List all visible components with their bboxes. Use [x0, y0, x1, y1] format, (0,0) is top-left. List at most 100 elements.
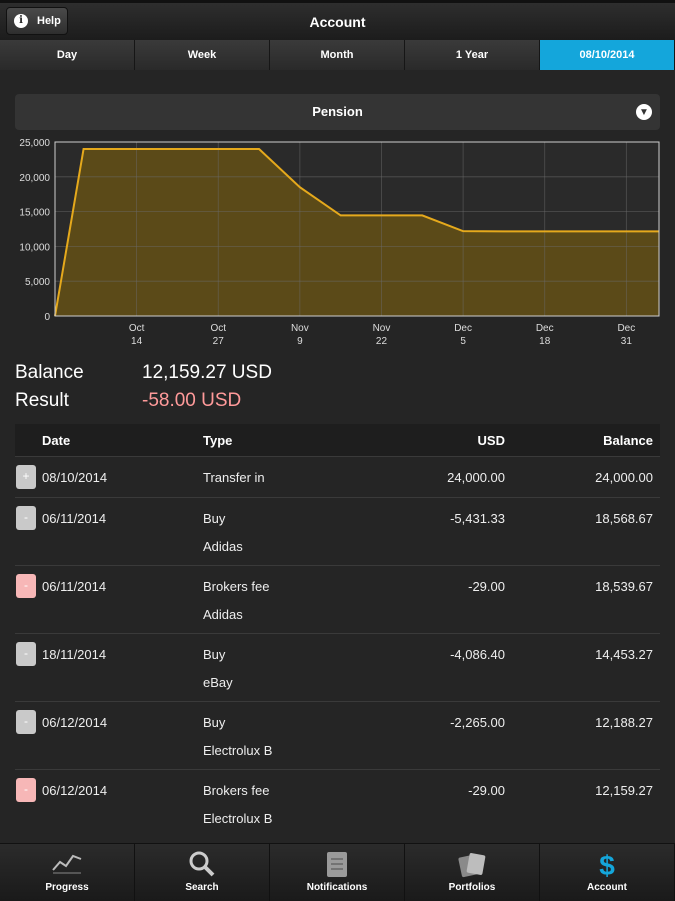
row-date: 06/11/2014 [42, 579, 107, 594]
row-usd: 24,000.00 [447, 470, 505, 485]
table-row[interactable]: +08/10/2014 Transfer in 24,000.00 24,000.00 [15, 456, 660, 497]
dollar-icon: $ [599, 850, 615, 880]
row-type: Buy [203, 647, 226, 662]
row-type: Buy [203, 511, 226, 526]
chart-xtick-sublabel: 27 [213, 336, 225, 347]
row-usd: -5,431.33 [450, 511, 505, 526]
tab-date[interactable]: 08/10/2014 [540, 40, 675, 70]
row-balance: 18,539.67 [595, 579, 653, 594]
chart-xtick-label: Oct [210, 323, 226, 334]
row-security: Electrolux B [203, 743, 273, 758]
header-type: Type [203, 433, 233, 448]
bottom-nav: Progress Search Notifications Portfolios… [0, 843, 675, 901]
row-date: 06/12/2014 [42, 783, 108, 798]
row-usd: -29.00 [468, 579, 505, 594]
progress-chart-icon [52, 854, 82, 874]
tab-week[interactable]: Week [135, 40, 270, 70]
chart-xtick-sublabel: 9 [297, 336, 303, 347]
row-balance: 12,188.27 [595, 715, 653, 730]
nav-portfolios-label: Portfolios [448, 882, 496, 893]
nav-account[interactable]: $ Account [540, 844, 675, 901]
row-toggle-icon[interactable]: - [16, 574, 36, 598]
nav-notifications[interactable]: Notifications [270, 844, 405, 901]
row-toggle-icon[interactable]: - [16, 710, 36, 734]
row-balance: 24,000.00 [595, 470, 653, 485]
chevron-down-icon: ▼ [636, 104, 652, 120]
chart-xtick-sublabel: 14 [131, 336, 143, 347]
nav-progress[interactable]: Progress [0, 844, 135, 901]
header-usd: USD [477, 433, 505, 448]
chart-xtick-sublabel: 5 [460, 336, 466, 347]
chart-xtick-sublabel: 18 [539, 336, 551, 347]
row-security: eBay [203, 675, 233, 690]
row-toggle-icon[interactable]: - [16, 642, 36, 666]
tab-1-year[interactable]: 1 Year [405, 40, 540, 70]
nav-progress-label: Progress [45, 882, 89, 893]
account-selector-label: Pension [312, 104, 363, 119]
transactions-table: Date Type USD Balance +08/10/2014 Transfe… [15, 424, 660, 837]
balance-value: 12,159.27 USD [142, 362, 272, 383]
top-bar: i Help Account [0, 0, 675, 40]
table-row[interactable]: -06/12/2014 Brokers fee Electrolux B -29.00… [15, 769, 660, 837]
chart-xtick-label: Dec [536, 323, 554, 334]
result-label: Result [15, 390, 69, 411]
row-toggle-icon[interactable]: - [16, 778, 36, 802]
row-balance: 14,453.27 [595, 647, 653, 662]
chart-ytick-label: 10,000 [19, 242, 50, 253]
table-row[interactable]: -06/12/2014 Buy Electrolux B -2,265.00 12,18… [15, 701, 660, 769]
nav-notifications-label: Notifications [306, 882, 368, 893]
page-title: Account [309, 14, 366, 30]
chart-xtick-sublabel: 31 [621, 336, 633, 347]
row-security: Adidas [203, 607, 243, 622]
chart-xtick-sublabel: 22 [376, 336, 388, 347]
period-tabs: Day Week Month 1 Year 08/10/2014 [0, 40, 675, 70]
chart-ytick-label: 0 [44, 312, 50, 323]
notepad-icon [327, 852, 347, 877]
balance-label: Balance [15, 362, 84, 383]
row-date: 06/12/2014 [42, 715, 108, 730]
chart-xtick-label: Nov [291, 323, 309, 334]
row-balance: 18,568.67 [595, 511, 653, 526]
nav-account-label: Account [587, 882, 627, 893]
chart-ytick-label: 25,000 [19, 138, 50, 149]
row-usd: -2,265.00 [450, 715, 505, 730]
row-toggle-icon[interactable]: + [16, 465, 36, 489]
nav-portfolios[interactable]: Portfolios [405, 844, 540, 901]
chart-xtick-label: Nov [373, 323, 391, 334]
row-date: 18/11/2014 [42, 647, 107, 662]
row-type: Brokers fee [203, 783, 270, 798]
account-selector[interactable]: Pension ▼ [15, 94, 660, 130]
row-security: Electrolux B [203, 811, 273, 826]
svg-text:$: $ [599, 850, 615, 880]
table-row[interactable]: -06/11/2014 Buy Adidas -5,431.33 18,568.67 [15, 497, 660, 565]
row-usd: -4,086.40 [450, 647, 505, 662]
table-row[interactable]: -18/11/2014 Buy eBay -4,086.40 14,453.27 [15, 633, 660, 701]
result-value: -58.00 USD [142, 390, 242, 411]
cards-icon [458, 853, 486, 878]
row-toggle-icon[interactable]: - [16, 506, 36, 530]
chart-xtick-label: Oct [129, 323, 145, 334]
chart-ytick-label: 5,000 [25, 277, 50, 288]
chart-ytick-label: 20,000 [19, 173, 50, 184]
row-balance: 12,159.27 [595, 783, 653, 798]
row-date: 06/11/2014 [42, 511, 107, 526]
row-date: 08/10/2014 [42, 470, 108, 485]
balance-chart: 0 5,000 10,000 15,000 20,000 25,000 Oct 14 Oct 27… [19, 138, 660, 347]
table-header: Date Type USD Balance [15, 424, 660, 456]
chart-xtick-label: Dec [454, 323, 472, 334]
chart-ytick-label: 15,000 [19, 208, 50, 219]
chart-xtick-label: Dec [617, 323, 635, 334]
tab-day[interactable]: Day [0, 40, 135, 70]
row-type: Brokers fee [203, 579, 270, 594]
nav-search[interactable]: Search [135, 844, 270, 901]
row-security: Adidas [203, 539, 243, 554]
table-row[interactable]: -06/11/2014 Brokers fee Adidas -29.00 18,539… [15, 565, 660, 633]
row-type: Transfer in [203, 470, 265, 485]
header-date: Date [42, 433, 71, 448]
row-type: Buy [203, 715, 226, 730]
tab-month[interactable]: Month [270, 40, 405, 70]
magnifier-icon [189, 851, 215, 877]
nav-search-label: Search [185, 882, 219, 893]
header-balance: Balance [603, 433, 653, 448]
row-usd: -29.00 [468, 783, 505, 798]
